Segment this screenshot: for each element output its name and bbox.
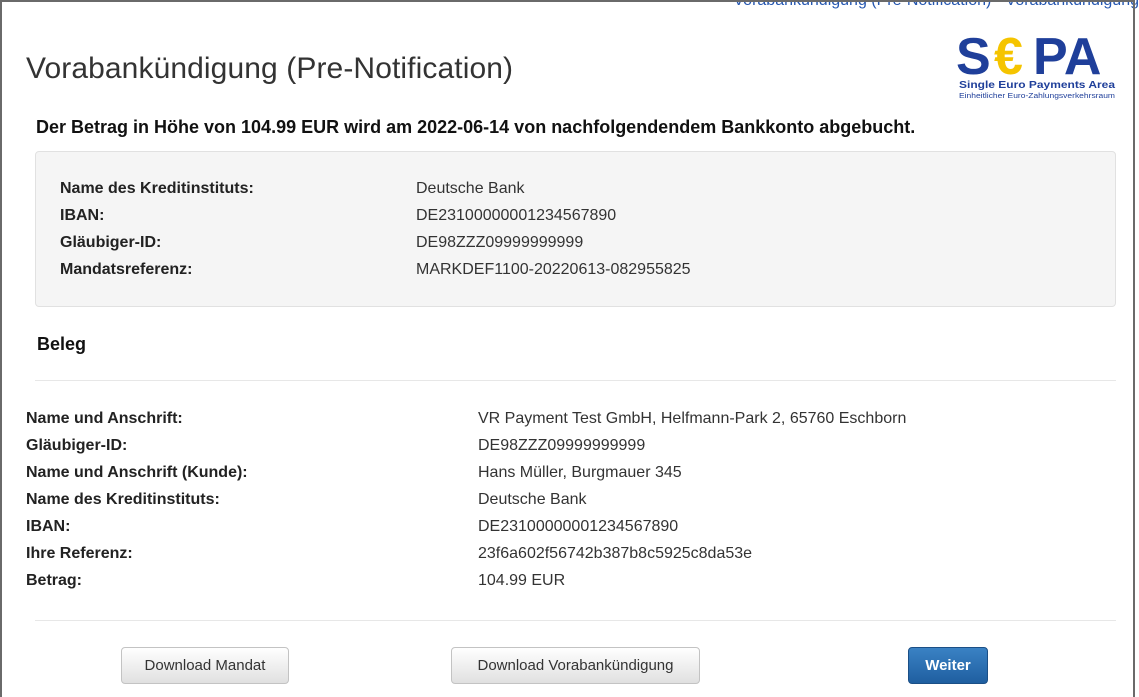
sepa-logo: S € PA Single Euro Payments Area Einheit… [956, 28, 1115, 100]
svg-text:Einheitlicher Euro-Zahlungsver: Einheitlicher Euro-Zahlungsverkehrsraum [959, 93, 1115, 100]
page-frame [0, 0, 1135, 697]
iban-value: DE23100000001234567890 [416, 207, 617, 224]
bank-name-label: Name des Kreditinstituts: [60, 180, 254, 197]
receipt-bank-name-value: Deutsche Bank [478, 491, 587, 508]
iban-label: IBAN: [60, 207, 105, 224]
customer-name-value: Hans Müller, Burgmauer 345 [478, 464, 682, 481]
amount-label: Betrag: [26, 572, 83, 589]
page-title: Vorabankündigung (Pre-Notification) [26, 52, 514, 85]
svg-text:€: € [994, 28, 1023, 86]
debit-statement: Der Betrag in Höhe von 104.99 EUR wird a… [36, 117, 916, 137]
receipt-iban-value: DE23100000001234567890 [478, 518, 679, 535]
download-prenotification-button[interactable]: Download Vorabankündigung [451, 647, 700, 684]
receipt-creditor-id-label: Gläubiger-ID: [26, 437, 128, 454]
your-reference-value: 23f6a602f56742b387b8c5925c8da53e [478, 545, 753, 562]
receipt-bank-name-label: Name des Kreditinstituts: [26, 491, 220, 508]
divider [35, 620, 1116, 621]
svg-text:Single Euro Payments Area: Single Euro Payments Area [959, 79, 1115, 91]
customer-name-label: Name und Anschrift (Kunde): [26, 464, 248, 481]
creditor-id-value: DE98ZZZ09999999999 [416, 234, 584, 251]
creditor-id-label: Gläubiger-ID: [60, 234, 162, 251]
svg-text:PA: PA [1033, 28, 1101, 86]
receipt-heading: Beleg [37, 334, 87, 354]
divider [35, 380, 1116, 381]
bank-name-value: Deutsche Bank [416, 180, 525, 197]
download-mandate-button[interactable]: Download Mandat [121, 647, 289, 684]
receipt-iban-label: IBAN: [26, 518, 71, 535]
bank-account-panel: Name des Kreditinstituts: Deutsche Bank … [35, 151, 1116, 307]
amount-value: 104.99 EUR [478, 572, 566, 589]
mandate-reference-value: MARKDEF1100-20220613-082955825 [416, 261, 691, 278]
your-reference-label: Ihre Referenz: [26, 545, 133, 562]
creditor-name-label: Name und Anschrift: [26, 410, 183, 427]
receipt-creditor-id-value: DE98ZZZ09999999999 [478, 437, 646, 454]
continue-button[interactable]: Weiter [908, 647, 988, 684]
mandate-reference-label: Mandatsreferenz: [60, 261, 193, 278]
svg-text:S: S [956, 28, 991, 86]
creditor-name-value: VR Payment Test GmbH, Helfmann-Park 2, 6… [478, 410, 907, 427]
